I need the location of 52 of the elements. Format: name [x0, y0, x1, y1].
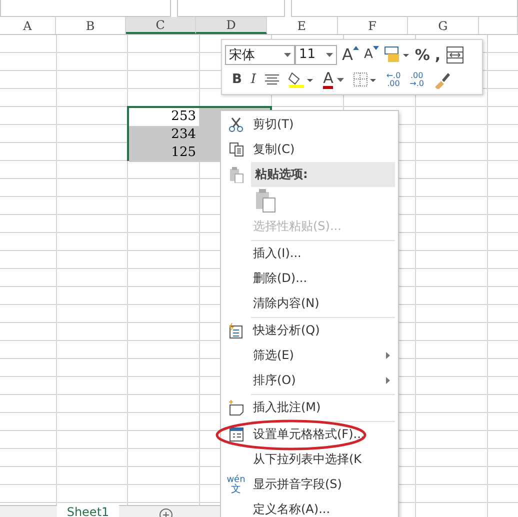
percent-style-button[interactable]: %: [414, 44, 430, 64]
caret-icon: [326, 52, 333, 56]
scissors-icon: [228, 116, 244, 132]
comma-style-button[interactable]: ,: [434, 44, 441, 64]
submenu-arrow-icon: [386, 377, 390, 384]
menu-item[interactable]: 从下拉列表中选择(K: [221, 447, 398, 472]
menu-item[interactable]: 设置单元格格式(F)...: [221, 422, 398, 447]
menu-item[interactable]: 复制(C): [221, 137, 398, 162]
bold-button[interactable]: B: [232, 70, 242, 90]
grow-font-button[interactable]: A: [342, 44, 359, 64]
comment-icon: [228, 400, 244, 416]
font-color-button[interactable]: A: [323, 70, 344, 90]
table-cell: 125: [129, 144, 199, 162]
paste-option-icon[interactable]: [255, 188, 277, 212]
format-cells-icon: [228, 427, 244, 442]
formula-field[interactable]: [290, 0, 518, 17]
caret-icon: [337, 78, 344, 82]
menu-item[interactable]: 清除内容(N): [221, 291, 398, 316]
column-header[interactable]: D: [196, 17, 267, 34]
copy-icon: [228, 142, 244, 157]
font-dropdown[interactable]: 宋体: [225, 44, 295, 64]
italic-button[interactable]: I: [250, 70, 256, 90]
caret-icon: [284, 52, 291, 56]
wrap-text-icon[interactable]: [446, 46, 464, 64]
borders-icon[interactable]: [353, 72, 378, 88]
triangle-icon: [372, 44, 379, 50]
decrease-decimal-button[interactable]: .00 →.0: [410, 72, 424, 88]
menu-item[interactable]: 筛选(E): [221, 343, 398, 368]
menu-item[interactable]: 插入(I)...: [221, 241, 398, 266]
menu-item[interactable]: 插入批注(M): [221, 395, 398, 420]
column-header[interactable]: C: [126, 17, 196, 34]
quick-analysis-icon: [228, 322, 244, 338]
menu-item[interactable]: 排序(O): [221, 368, 398, 393]
format-painter-icon[interactable]: [433, 70, 452, 88]
triangle-icon: [352, 44, 359, 50]
menu-item[interactable]: 快速分析(Q): [221, 318, 398, 343]
font-size-dropdown[interactable]: 11: [295, 44, 337, 64]
increase-decimal-button[interactable]: ←.0 .00: [386, 72, 401, 88]
pinyin-icon: wén 文: [226, 476, 246, 494]
menu-item[interactable]: 定义名称(A)...: [221, 497, 398, 517]
menu-item[interactable]: 删除(D)...: [221, 266, 398, 291]
table-cell: 253: [129, 108, 199, 126]
column-header[interactable]: F: [338, 17, 408, 34]
cell-styles-icon[interactable]: [384, 46, 410, 64]
fill-color-icon[interactable]: [288, 70, 314, 88]
clipboard-icon: [228, 166, 244, 182]
submenu-arrow-icon: [386, 352, 390, 359]
menu-section-header: 粘贴选项:: [251, 162, 395, 187]
menu-item[interactable]: 剪切(T): [221, 112, 398, 137]
sheet-tab[interactable]: Sheet1: [57, 505, 119, 517]
shrink-font-button[interactable]: A: [364, 44, 379, 64]
align-center-icon[interactable]: [265, 74, 280, 86]
